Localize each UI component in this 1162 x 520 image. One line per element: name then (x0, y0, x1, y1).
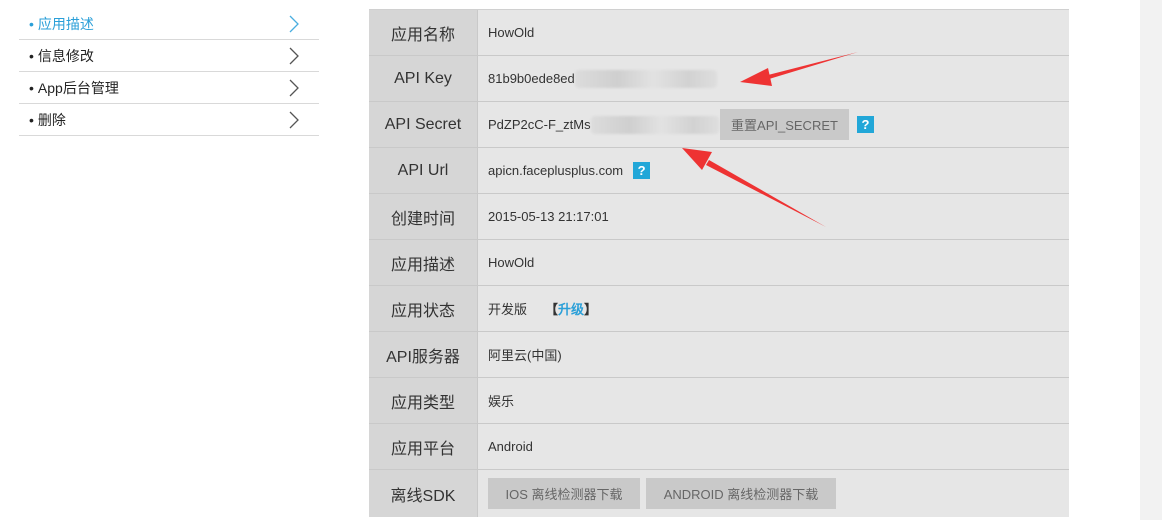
sidebar-menu: • 应用描述 • 信息修改 • App后台管理 • 删除 (19, 8, 319, 136)
row-api-server: API服务器 阿里云(中国) (369, 332, 1069, 378)
help-icon[interactable]: ? (633, 162, 651, 179)
api-key-value: 81b9b0ede8ed (488, 71, 575, 86)
redacted-blur (574, 69, 717, 88)
app-info-table: 应用名称 HowOld API Key 81b9b0ede8ed API Sec… (369, 9, 1069, 517)
status-value: 开发版 (488, 302, 528, 317)
reset-api-secret-button[interactable]: 重置API_SECRET (720, 109, 849, 140)
api-secret-cell: PdZP2cC-F_ztMs 重置API_SECRET ? (478, 102, 1069, 147)
chevron-right-icon (289, 111, 299, 128)
field-label: 应用状态 (369, 286, 478, 331)
row-platform: 应用平台 Android (369, 424, 1069, 470)
row-app-type: 应用类型 娱乐 (369, 378, 1069, 424)
sidebar-item-label: • 应用描述 (19, 14, 94, 34)
redacted-blur (590, 115, 719, 134)
bullet: • (29, 79, 34, 96)
api-url-cell: apicn.faceplusplus.com ? (478, 148, 1069, 193)
row-api-key: API Key 81b9b0ede8ed (369, 56, 1069, 102)
platform-value: Android (488, 439, 533, 454)
field-label: API Url (369, 148, 478, 193)
field-label: 应用描述 (369, 240, 478, 285)
field-label: 应用名称 (369, 10, 478, 55)
bracket-close: 】 (584, 302, 598, 317)
sidebar-item-label: • 信息修改 (19, 46, 94, 66)
status-cell: 开发版 【升级】 (478, 286, 1069, 331)
sidebar-item-text: 删除 (37, 111, 66, 128)
api-key-cell: 81b9b0ede8ed (478, 56, 1069, 101)
bullet: • (29, 15, 34, 32)
android-sdk-download-button[interactable]: ANDROID 离线检测器下载 (646, 478, 836, 509)
chevron-right-icon (289, 47, 299, 64)
api-server-value: 阿里云(中国) (488, 348, 562, 363)
sidebar-item-text: App后台管理 (37, 79, 119, 96)
field-label: 应用平台 (369, 424, 478, 469)
app-name-value: HowOld (488, 25, 535, 40)
upgrade-link[interactable]: 升级 (558, 299, 584, 318)
app-type-value: 娱乐 (488, 394, 515, 409)
row-offline-sdk: 离线SDK IOS 离线检测器下载 ANDROID 离线检测器下载 (369, 470, 1069, 517)
field-label: API Key (369, 56, 478, 101)
ios-sdk-download-button[interactable]: IOS 离线检测器下载 (488, 478, 640, 509)
row-api-secret: API Secret PdZP2cC-F_ztMs 重置API_SECRET ? (369, 102, 1069, 148)
field-label: 应用类型 (369, 378, 478, 423)
row-description: 应用描述 HowOld (369, 240, 1069, 286)
chevron-right-icon (289, 15, 299, 32)
api-secret-value: PdZP2cC-F_ztMs (488, 117, 591, 132)
help-icon[interactable]: ? (857, 116, 874, 133)
field-label: 创建时间 (369, 194, 478, 239)
sidebar-item-app-description[interactable]: • 应用描述 (19, 8, 319, 40)
description-value: HowOld (488, 255, 535, 270)
row-app-name: 应用名称 HowOld (369, 10, 1069, 56)
created-time-value: 2015-05-13 21:17:01 (488, 209, 609, 224)
sidebar-item-app-admin[interactable]: • App后台管理 (19, 72, 319, 104)
api-url-value: apicn.faceplusplus.com (488, 163, 624, 178)
field-label: API服务器 (369, 332, 478, 377)
sidebar-item-text: 信息修改 (37, 47, 94, 64)
bullet: • (29, 47, 34, 64)
field-label: API Secret (369, 102, 478, 147)
field-label: 离线SDK (369, 470, 478, 517)
sidebar-item-label: • App后台管理 (19, 78, 119, 98)
sdk-cell: IOS 离线检测器下载 ANDROID 离线检测器下载 (478, 470, 1069, 517)
sidebar-item-delete[interactable]: • 删除 (19, 104, 319, 136)
scrollbar-track[interactable] (1140, 0, 1162, 520)
sidebar-item-edit-info[interactable]: • 信息修改 (19, 40, 319, 72)
row-status: 应用状态 开发版 【升级】 (369, 286, 1069, 332)
bracket-open: 【 (545, 302, 559, 317)
bullet: • (29, 111, 34, 128)
sidebar-item-text: 应用描述 (37, 15, 94, 32)
row-created-time: 创建时间 2015-05-13 21:17:01 (369, 194, 1069, 240)
sidebar-item-label: • 删除 (19, 110, 66, 130)
row-api-url: API Url apicn.faceplusplus.com ? (369, 148, 1069, 194)
chevron-right-icon (289, 79, 299, 96)
